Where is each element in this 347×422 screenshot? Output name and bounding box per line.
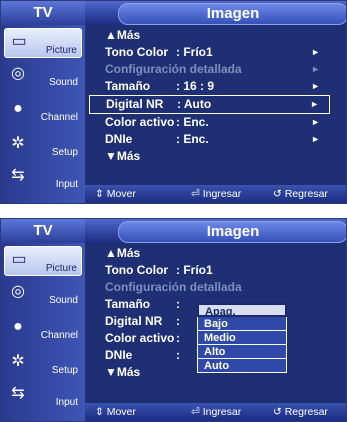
input-icon: ⇆ [11, 167, 25, 184]
menu-value: : Enc. [176, 115, 209, 129]
menu-item-dnie[interactable]: DNIe : Enc. ► [89, 131, 340, 148]
menu-key: Digital NR [106, 97, 164, 111]
arrow-right-icon: ► [311, 47, 320, 57]
menu-key: DNIe [105, 132, 133, 146]
hint-move: ⇕ Mover [95, 188, 136, 200]
digital-nr-dropdown[interactable]: Apag. Bajo Medio Alto Auto [197, 303, 287, 373]
sidebar-item-picture[interactable]: ▭ Picture [4, 28, 82, 58]
picture-icon: ▭ [11, 251, 27, 268]
input-icon: ⇆ [11, 385, 25, 402]
channel-icon: ● [13, 100, 23, 117]
sound-icon: ◎ [11, 65, 25, 82]
menu-key: Digital NR [105, 314, 163, 328]
menu-value: : 16 : 9 [176, 79, 215, 93]
tv-label: TV [1, 219, 85, 243]
menu-key: Tono Color [105, 263, 169, 277]
sidebar-item-channel[interactable]: ● Channel [4, 96, 82, 126]
sidebar-item-sound[interactable]: ◎ Sound [4, 279, 82, 309]
menu-screen-2: TV ▭ Picture ◎ Sound ● Channel ✲ Setup ⇆… [0, 218, 347, 422]
sidebar-item-setup[interactable]: ✲ Setup [4, 349, 82, 379]
menu-item-digital-nr[interactable]: Digital NR : Auto ► [89, 95, 330, 114]
menu-key: ▼Más [105, 365, 141, 379]
menu-value: : Frío1 [176, 263, 213, 277]
sidebar-item-label: Setup [51, 365, 78, 376]
menu-key: Tono Color [105, 45, 169, 59]
sidebar-item-label: Picture [45, 263, 77, 274]
menu-value: : Enc. [176, 132, 209, 146]
sidebar-item-label: Sound [49, 295, 78, 306]
sidebar-item-label: Channel [40, 112, 78, 123]
dropdown-option-auto[interactable]: Auto [197, 359, 287, 373]
menu-item-more-up[interactable]: ▲Más [89, 27, 340, 44]
footer-hints: ⇕ Mover ⏎ Ingresar ↺ Regresar [85, 403, 346, 421]
menu-key: ▲Más [105, 28, 141, 42]
menu-value: : [176, 297, 180, 311]
menu-value: : Auto [177, 97, 212, 111]
arrow-right-icon: ► [311, 64, 320, 74]
picture-icon: ▭ [11, 33, 27, 50]
menu-item-tono-color[interactable]: Tono Color : Frío1 [89, 262, 340, 279]
menu-key: DNIe [105, 348, 133, 362]
hint-back: ↺ Regresar [273, 406, 328, 418]
arrow-right-icon: ► [310, 99, 319, 109]
sidebar-item-setup[interactable]: ✲ Setup [4, 131, 82, 161]
channel-icon: ● [13, 318, 23, 335]
menu-screen-1: TV ▭ Picture ◎ Sound ● Channel ✲ Setup ⇆… [0, 0, 347, 204]
menu-item-config-detallada: Configuración detallada [89, 279, 340, 296]
hint-enter: ⏎ Ingresar [191, 406, 242, 418]
title-bar: Imagen [85, 1, 346, 25]
hint-move: ⇕ Mover [95, 406, 136, 418]
sidebar-item-label: Input [55, 397, 78, 408]
dropdown-option-alto[interactable]: Alto [197, 345, 287, 359]
sidebar-item-label: Picture [45, 45, 77, 56]
menu-key: Configuración detallada [105, 280, 242, 294]
page-title: Imagen [118, 3, 346, 25]
sidebar-item-label: Setup [51, 147, 78, 158]
menu-key: Color activo [105, 331, 175, 345]
sidebar-item-label: Channel [40, 330, 78, 341]
sidebar-item-channel[interactable]: ● Channel [4, 314, 82, 344]
setup-icon: ✲ [11, 135, 25, 152]
sound-icon: ◎ [11, 283, 25, 300]
arrow-right-icon: ► [311, 134, 320, 144]
footer-hints: ⇕ Mover ⏎ Ingresar ↺ Regresar [85, 185, 346, 203]
menu-item-tono-color[interactable]: Tono Color : Frío1 ► [89, 44, 340, 61]
dropdown-option-bajo[interactable]: Bajo [197, 317, 287, 331]
sidebar-item-label: Input [55, 179, 78, 190]
hint-back: ↺ Regresar [273, 188, 328, 200]
sidebar-item-input[interactable]: ⇆ Input [4, 381, 82, 411]
arrow-right-icon: ► [311, 117, 320, 127]
menu-item-color-activo[interactable]: Color activo: Enc. ► [89, 114, 340, 131]
hint-enter: ⏎ Ingresar [191, 188, 242, 200]
menu-key: Configuración detallada [105, 62, 242, 76]
title-bar: Imagen [85, 219, 346, 243]
menu-list: ▲Más Tono Color : Frío1 ► Configuración de… [89, 27, 340, 165]
menu-key: Tamaño [105, 297, 151, 311]
menu-value: : [176, 348, 180, 362]
menu-key: ▼Más [105, 149, 141, 163]
menu-value: : [176, 314, 180, 328]
tv-label: TV [1, 1, 85, 25]
menu-key: Color activo [105, 115, 175, 129]
menu-item-config-detallada: Configuración detallada ► [89, 61, 340, 78]
menu-value: : [176, 331, 180, 345]
sidebar-item-picture[interactable]: ▭ Picture [4, 246, 82, 276]
sidebar-item-sound[interactable]: ◎ Sound [4, 61, 82, 91]
dropdown-option-medio[interactable]: Medio [197, 331, 287, 345]
dropdown-option-apag[interactable]: Apag. [197, 303, 287, 318]
menu-item-more-down[interactable]: ▼Más [89, 148, 340, 165]
menu-key: Tamaño [105, 79, 151, 93]
arrow-right-icon: ► [311, 81, 320, 91]
sidebar-item-label: Sound [49, 77, 78, 88]
setup-icon: ✲ [11, 353, 25, 370]
menu-key: ▲Más [105, 246, 141, 260]
menu-item-more-up[interactable]: ▲Más [89, 245, 340, 262]
page-title: Imagen [118, 221, 346, 243]
sidebar-item-input[interactable]: ⇆ Input [4, 163, 82, 193]
menu-value: : Frío1 [176, 45, 213, 59]
menu-item-tamano[interactable]: Tamaño : 16 : 9 ► [89, 78, 340, 95]
